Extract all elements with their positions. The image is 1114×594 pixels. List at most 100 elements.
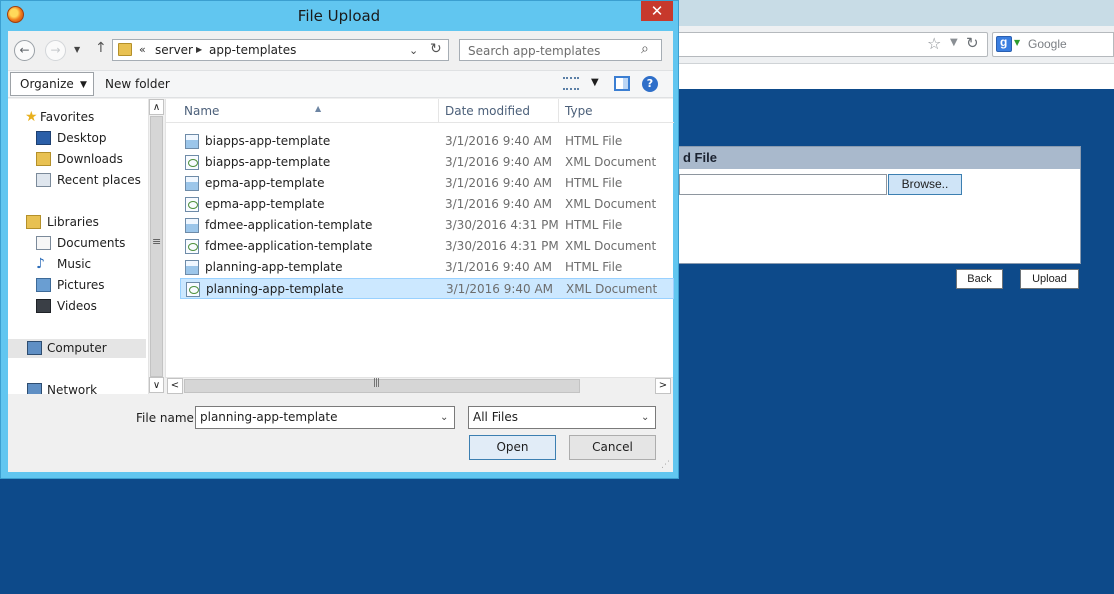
nav-pictures[interactable]: Pictures <box>8 276 105 295</box>
html-file-icon <box>185 260 199 275</box>
nav-recent-places[interactable]: Recent places <box>8 171 141 190</box>
address-bar[interactable]: « server ▶ app-templates ⌄ ↻ <box>112 39 449 61</box>
file-date: 3/30/2016 4:31 PM <box>445 218 559 232</box>
nav-videos[interactable]: Videos <box>8 297 97 316</box>
file-row[interactable]: planning-app-template 3/1/2016 9:40 AM HTM… <box>180 257 674 278</box>
nav-network[interactable]: Network <box>8 381 97 394</box>
google-search-engine-icon[interactable] <box>996 35 1012 52</box>
nav-videos-label: Videos <box>57 299 97 313</box>
libraries-icon <box>26 215 41 229</box>
file-row[interactable]: biapps-app-template 3/1/2016 9:40 AM XML D… <box>180 152 674 173</box>
folder-icon <box>118 43 132 56</box>
file-name: planning-app-template <box>206 282 344 296</box>
recent-places-icon <box>36 173 51 187</box>
dialog-title: File Upload <box>297 7 381 25</box>
file-row[interactable]: planning-app-template 3/1/2016 9:40 AM XML… <box>180 278 674 299</box>
column-type[interactable]: Type <box>559 99 674 123</box>
breadcrumb-separator-icon[interactable]: ▶ <box>196 45 202 54</box>
up-folder-button[interactable]: ↑ <box>95 40 107 56</box>
pictures-icon <box>36 278 51 292</box>
star-icon: ★ <box>25 109 38 125</box>
browse-button[interactable]: Browse.. <box>888 174 962 195</box>
nav-music-label: Music <box>57 257 92 271</box>
resize-grip-icon[interactable]: ⋰ <box>661 460 670 470</box>
scrollbar-thumb[interactable] <box>150 116 163 377</box>
file-name: biapps-app-template <box>205 155 331 169</box>
file-list-horizontal-scrollbar[interactable]: < > <box>165 377 673 394</box>
reload-icon[interactable]: ↻ <box>966 34 979 52</box>
scroll-right-icon[interactable]: > <box>655 378 671 394</box>
bookmark-star-icon[interactable]: ☆ <box>927 35 941 53</box>
file-name-input[interactable]: planning-app-template ⌄ <box>195 406 455 429</box>
nav-libraries-label: Libraries <box>47 215 99 229</box>
url-history-dropdown-icon[interactable]: ▼ <box>950 37 958 48</box>
upload-file-panel: d File Browse.. <box>678 146 1081 264</box>
search-engine-dropdown-icon[interactable]: ▼ <box>1014 38 1020 47</box>
close-button[interactable]: ✕ <box>641 1 673 21</box>
view-options-icon[interactable] <box>563 77 579 90</box>
nav-computer-label: Computer <box>47 341 107 355</box>
navpane-scrollbar[interactable]: ∧ ∨ <box>148 99 164 394</box>
forward-nav-button[interactable]: → <box>45 40 66 61</box>
file-row[interactable]: biapps-app-template 3/1/2016 9:40 AM HTML … <box>180 131 674 152</box>
breadcrumb-server[interactable]: server <box>155 43 193 57</box>
column-date-modified[interactable]: Date modified <box>439 99 559 123</box>
nav-desktop[interactable]: Desktop <box>8 129 107 148</box>
chevron-down-icon: ▼ <box>80 80 87 90</box>
nav-documents[interactable]: Documents <box>8 234 125 253</box>
file-row[interactable]: epma-app-template 3/1/2016 9:40 AM HTML Fi… <box>180 173 674 194</box>
recent-locations-dropdown-icon[interactable]: ▼ <box>74 45 80 54</box>
scroll-left-icon[interactable]: < <box>167 378 183 394</box>
nav-favorites[interactable]: ★ Favorites <box>8 108 94 127</box>
scroll-up-icon[interactable]: ∧ <box>149 99 164 115</box>
file-name: fdmee-application-template <box>205 239 373 253</box>
file-type-filter-value: All Files <box>473 410 519 424</box>
file-date: 3/1/2016 9:40 AM <box>445 197 553 211</box>
file-row[interactable]: epma-app-template 3/1/2016 9:40 AM XML Doc… <box>180 194 674 215</box>
view-dropdown-icon[interactable]: ▼ <box>591 77 599 88</box>
scrollbar-thumb[interactable] <box>184 378 580 393</box>
back-nav-button[interactable]: ← <box>14 40 35 61</box>
chevron-down-icon[interactable]: ⌄ <box>440 407 448 428</box>
upload-button[interactable]: Upload <box>1020 269 1079 289</box>
search-icon[interactable]: ⌕ <box>641 41 649 57</box>
upload-file-input[interactable] <box>679 174 887 195</box>
file-row[interactable]: fdmee-application-template 3/30/2016 4:31… <box>180 215 674 236</box>
file-type: XML Document <box>565 155 657 169</box>
organize-button[interactable]: Organize ▼ <box>10 72 94 96</box>
file-row[interactable]: fdmee-application-template 3/30/2016 4:31… <box>180 236 674 257</box>
back-button[interactable]: Back <box>956 269 1003 289</box>
help-icon[interactable]: ? <box>642 76 658 92</box>
html-file-icon <box>185 176 199 191</box>
refresh-icon[interactable]: ↻ <box>430 41 442 57</box>
column-name[interactable]: Name ▲ <box>178 99 439 123</box>
chevron-down-icon[interactable]: ⌄ <box>641 407 649 428</box>
column-name-label: Name <box>184 104 220 118</box>
new-folder-button[interactable]: New folder <box>105 77 170 91</box>
nav-libraries[interactable]: Libraries <box>8 213 99 232</box>
search-input[interactable]: Search app-templates ⌕ <box>459 39 662 61</box>
file-type: HTML File <box>565 218 623 232</box>
file-date: 3/30/2016 4:31 PM <box>445 239 559 253</box>
scroll-down-icon[interactable]: ∨ <box>149 377 164 393</box>
open-button[interactable]: Open <box>469 435 556 460</box>
preview-pane-icon[interactable] <box>614 76 630 91</box>
address-dropdown-icon[interactable]: ⌄ <box>409 44 418 57</box>
nav-computer[interactable]: Computer <box>8 339 146 358</box>
file-type-filter-select[interactable]: All Files ⌄ <box>468 406 656 429</box>
nav-network-label: Network <box>47 383 98 394</box>
html-file-icon <box>185 134 199 149</box>
nav-music[interactable]: ♪ Music <box>8 255 91 274</box>
breadcrumb-app-templates[interactable]: app-templates <box>209 43 296 57</box>
file-date: 3/1/2016 9:40 AM <box>445 134 553 148</box>
search-placeholder: Search app-templates <box>468 44 601 58</box>
file-name: epma-app-template <box>205 176 325 190</box>
file-upload-dialog: File Upload ✕ ← → ▼ ↑ « server ▶ app-tem… <box>0 0 679 479</box>
cancel-button[interactable]: Cancel <box>569 435 656 460</box>
upload-panel-title: d File <box>679 147 1080 169</box>
file-type: HTML File <box>565 260 623 274</box>
sort-ascending-icon: ▲ <box>315 104 322 113</box>
breadcrumb-overflow[interactable]: « <box>139 43 146 56</box>
nav-downloads[interactable]: Downloads <box>8 150 123 169</box>
navigation-pane: ★ Favorites Desktop Downloads Recent pla… <box>8 99 148 394</box>
